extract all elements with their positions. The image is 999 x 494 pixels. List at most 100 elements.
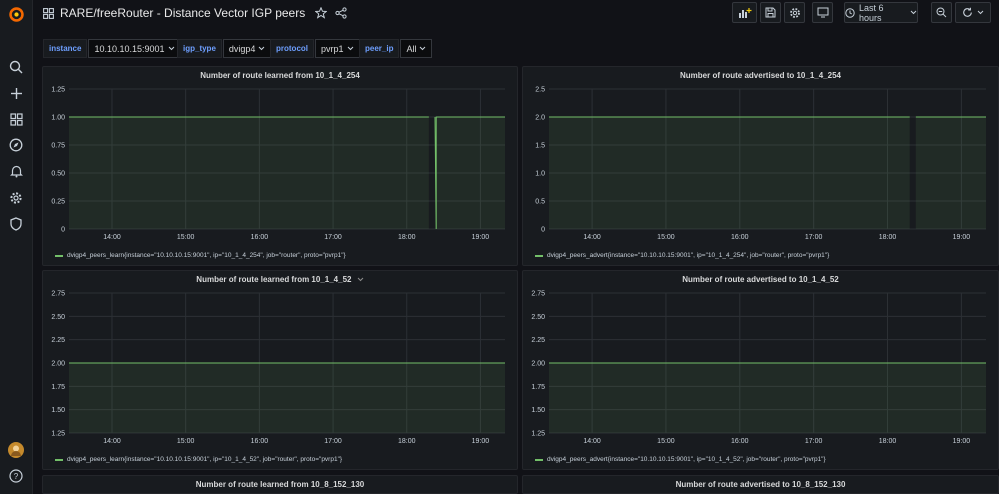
x-tick-label: 16:00 (731, 234, 749, 241)
add-panel-button[interactable] (732, 2, 757, 23)
chevron-down-icon (168, 46, 174, 51)
panel-title[interactable]: Number of route learned from 10_8_152_13… (43, 480, 517, 489)
gear-icon[interactable] (7, 189, 25, 207)
variable-value: dvigp4 (228, 43, 256, 54)
y-tick-label: 2.0 (535, 115, 545, 122)
chart-learned-10-1-4-52: 1.25 1.50 1.75 2.00 2.25 2.50 2.75 14:00 15:00 16… (51, 291, 505, 445)
shield-icon[interactable] (7, 215, 25, 233)
x-tick-label: 17:00 (805, 234, 823, 241)
legend-label: dvigp4_peers_learn{instance="10.10.10.15… (67, 252, 346, 259)
x-tick-label: 14:00 (103, 234, 121, 241)
x-tick-label: 14:00 (583, 234, 601, 241)
series-area (69, 117, 429, 229)
x-tick-label: 18:00 (398, 234, 416, 241)
add-panel-icon (738, 7, 752, 19)
x-tick-label: 19:00 (953, 234, 971, 241)
help-icon[interactable]: ? (7, 467, 25, 485)
zoom-out-button[interactable] (931, 2, 952, 23)
chevron-down-icon (259, 46, 265, 51)
variable-value: 10.10.10.15:9001 (94, 43, 165, 54)
variable-select-peer-ip[interactable]: All (400, 39, 433, 58)
x-tick-label: 18:00 (398, 438, 416, 445)
search-icon[interactable] (7, 58, 25, 76)
legend-item[interactable]: dvigp4_peers_advert{instance="10.10.10.1… (535, 456, 826, 463)
y-tick-label: 2.5 (535, 87, 545, 94)
star-icon[interactable] (315, 7, 328, 19)
legend-item[interactable]: dvigp4_peers_learn{instance="10.10.10.15… (55, 456, 342, 463)
grid-icon (43, 7, 54, 19)
time-range-picker[interactable]: Last 6 hours (844, 2, 918, 23)
svg-text:?: ? (14, 472, 19, 481)
y-tick-label: 1.0 (535, 171, 545, 178)
panel-learned-10-1-4-52[interactable]: Number of route learned from 10_1_4_52 1… (42, 270, 518, 470)
y-tick-label: 0.75 (51, 143, 65, 150)
series-area (434, 117, 505, 229)
share-icon[interactable] (335, 7, 347, 19)
x-tick-label: 16:00 (731, 438, 749, 445)
x-tick-label: 19:00 (472, 438, 490, 445)
refresh-icon (962, 7, 973, 18)
y-tick-label: 1.25 (51, 431, 65, 438)
save-button[interactable] (760, 2, 781, 23)
x-tick-label: 15:00 (657, 234, 675, 241)
page-title[interactable]: RARE/freeRouter - Distance Vector IGP pe… (60, 6, 305, 20)
clock-icon (845, 7, 855, 18)
explore-icon[interactable] (7, 136, 25, 154)
variable-label: igp_type (177, 39, 222, 58)
x-tick-label: 17:00 (805, 438, 823, 445)
y-tick-label: 1.00 (51, 115, 65, 122)
y-tick-label: 2.50 (51, 314, 65, 321)
panel-advertised-10-1-4-254[interactable]: Number of route advertised to 10_1_4_254… (522, 66, 999, 266)
y-tick-label: 0 (61, 227, 65, 234)
x-tick-label: 17:00 (324, 234, 342, 241)
variable-select-igp-type[interactable]: dvigp4 (222, 39, 272, 58)
panel-learned-10-1-4-254[interactable]: Number of route learned from 10_1_4_254 … (42, 66, 518, 266)
y-tick-label: 0 (541, 227, 545, 234)
time-range-label: Last 6 hours (859, 2, 884, 23)
variable-value: pvrp1 (321, 43, 344, 54)
grafana-logo[interactable] (7, 5, 25, 23)
y-tick-label: 2.75 (51, 291, 65, 298)
x-tick-label: 14:00 (103, 438, 121, 445)
chart-learned-10-1-4-254: 0 0.25 0.50 0.75 1.00 1.25 14:00 15:00 16:00 17:0… (51, 87, 505, 241)
avatar[interactable] (7, 441, 25, 459)
series-area (915, 117, 986, 229)
dashboards-icon[interactable] (7, 110, 25, 128)
refresh-button[interactable] (955, 2, 991, 23)
panel-advertised-10-8-152-130[interactable]: Number of route advertised to 10_8_152_1… (522, 475, 999, 494)
dashboard-title[interactable]: RARE/freeRouter - Distance Vector IGP pe… (43, 6, 347, 20)
x-tick-label: 15:00 (657, 438, 675, 445)
y-tick-label: 2.50 (531, 314, 545, 321)
y-tick-label: 0.5 (535, 199, 545, 206)
x-tick-label: 15:00 (177, 438, 195, 445)
x-tick-label: 19:00 (953, 438, 971, 445)
tv-mode-button[interactable] (812, 2, 833, 23)
chart-advertised-10-1-4-254: 0 0.5 1.0 1.5 2.0 2.5 14:00 15:00 16:00 17:00 18:0… (535, 87, 986, 241)
y-tick-label: 1.5 (535, 143, 545, 150)
x-tick-label: 16:00 (251, 234, 269, 241)
variable-label: protocol (270, 39, 314, 58)
y-tick-label: 0.50 (51, 171, 65, 178)
panel-advertised-10-1-4-52[interactable]: Number of route advertised to 10_1_4_52 … (522, 270, 999, 470)
legend-label: dvigp4_peers_learn{instance="10.10.10.15… (67, 456, 343, 463)
alert-icon[interactable] (7, 162, 25, 180)
settings-icon (789, 7, 801, 19)
zoom-out-icon (936, 7, 947, 18)
variable-value: All (406, 43, 417, 54)
chart-advertised-10-1-4-52: 1.25 1.50 1.75 2.00 2.25 2.50 2.75 14:00 15:00 16… (531, 291, 986, 445)
legend-item[interactable]: dvigp4_peers_advert{instance="10.10.10.1… (535, 252, 829, 259)
panel-title[interactable]: Number of route advertised to 10_8_152_1… (523, 480, 998, 489)
y-tick-label: 0.25 (51, 199, 65, 206)
panel-learned-10-8-152-130[interactable]: Number of route learned from 10_8_152_13… (42, 475, 518, 494)
x-tick-label: 18:00 (879, 438, 897, 445)
plus-icon[interactable] (7, 84, 25, 102)
legend-item[interactable]: dvigp4_peers_learn{instance="10.10.10.15… (55, 252, 346, 259)
y-tick-label: 2.75 (531, 291, 545, 298)
sidebar: ? (0, 0, 33, 494)
variable-select-protocol[interactable]: pvrp1 (315, 39, 360, 58)
variable-select-instance[interactable]: 10.10.10.15:9001 (88, 39, 181, 58)
variable-label: peer_ip (359, 39, 400, 58)
series-area (549, 363, 986, 433)
y-tick-label: 1.75 (531, 384, 545, 391)
settings-button[interactable] (784, 2, 805, 23)
